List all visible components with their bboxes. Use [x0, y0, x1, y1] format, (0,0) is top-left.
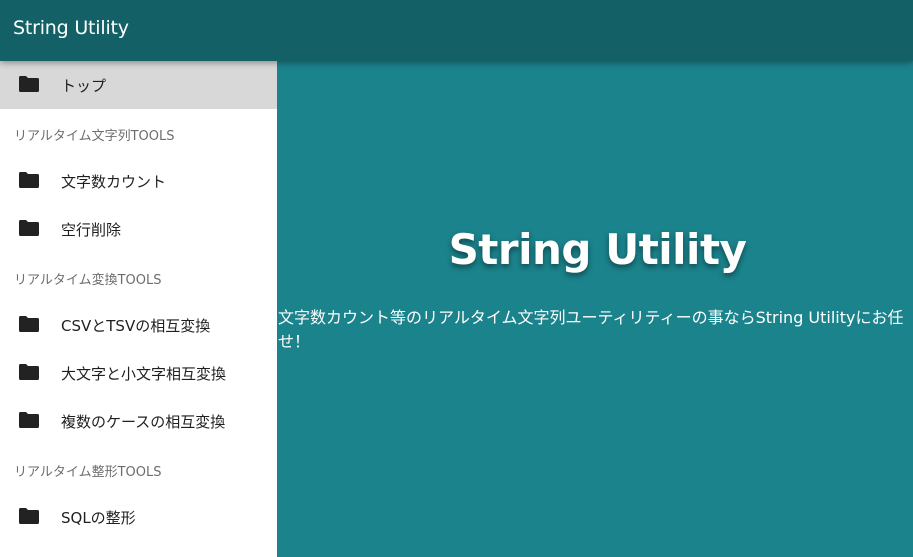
section-header-label: リアルタイム文字列TOOLS [14, 129, 175, 144]
main-content: String Utility 文字数カウント等のリアルタイム文字列ユーティリティ… [277, 61, 913, 557]
nav-item-label: SQLの整形 [61, 509, 136, 527]
app-bar: String Utility [0, 0, 913, 61]
nav-item-sql-format[interactable]: SQLの整形 [0, 493, 277, 541]
section-header-label: リアルタイム整形TOOLS [14, 465, 162, 480]
nav-item-label: 文字数カウント [61, 173, 167, 191]
nav-item-label: 大文字と小文字相互変換 [61, 365, 227, 383]
navigation-drawer: トップ リアルタイム文字列TOOLS 文字数カウント 空行削除 リアルタイム変換… [0, 61, 277, 557]
section-header-realtime-string: リアルタイム文字列TOOLS [0, 109, 277, 157]
nav-item-case-upper-lower[interactable]: 大文字と小文字相互変換 [0, 349, 277, 397]
nav-item-remove-blank-lines[interactable]: 空行削除 [0, 205, 277, 253]
section-header-realtime-convert: リアルタイム変換TOOLS [0, 253, 277, 301]
folder-icon [19, 508, 39, 524]
nav-item-top[interactable]: トップ [0, 61, 277, 109]
nav-item-label: CSVとTSVの相互変換 [61, 317, 211, 335]
nav-item-label: 空行削除 [61, 221, 122, 239]
folder-icon [19, 364, 39, 380]
app-title[interactable]: String Utility [13, 17, 129, 39]
nav-item-character-count[interactable]: 文字数カウント [0, 157, 277, 205]
nav-item-csv-tsv-convert[interactable]: CSVとTSVの相互変換 [0, 301, 277, 349]
folder-icon [19, 220, 39, 236]
app-root: String Utility トップ リアルタイム文字列TOOLS 文字数カウン… [0, 0, 913, 557]
nav-item-multi-case-convert[interactable]: 複数のケースの相互変換 [0, 397, 277, 445]
nav-item-label: 複数のケースの相互変換 [61, 413, 226, 431]
nav-item-label: トップ [61, 77, 107, 95]
section-header-realtime-format: リアルタイム整形TOOLS [0, 445, 277, 493]
section-header-label: リアルタイム変換TOOLS [14, 273, 162, 288]
folder-icon [19, 172, 39, 188]
hero-description: 文字数カウント等のリアルタイム文字列ユーティリティーの事ならString Uti… [278, 308, 904, 351]
folder-icon [19, 316, 39, 332]
folder-icon [19, 412, 39, 428]
folder-icon [19, 76, 39, 92]
hero-title: String Utility [448, 225, 747, 274]
